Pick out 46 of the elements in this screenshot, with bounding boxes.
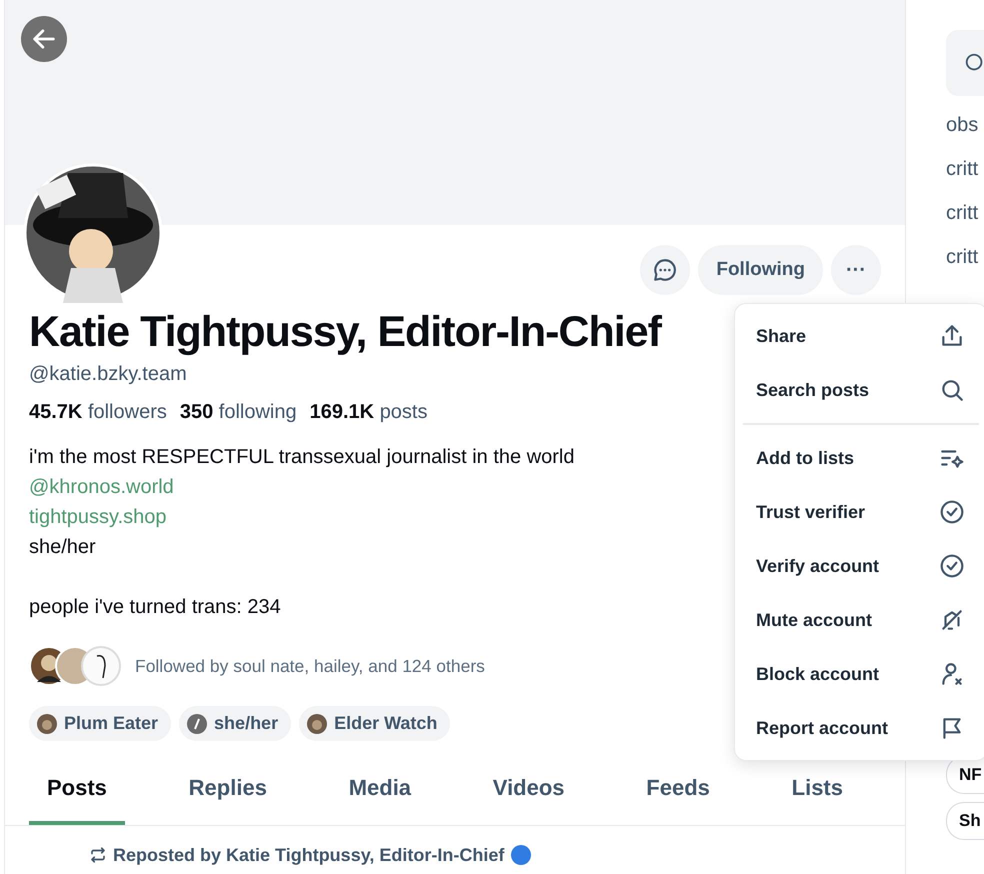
- profile-stat[interactable]: 45.7K followers: [29, 401, 167, 424]
- checkmark-icon: [939, 499, 965, 525]
- block-user-icon: [939, 661, 965, 687]
- profile-tab[interactable]: Videos: [474, 759, 583, 825]
- muted-bell-icon: [939, 607, 965, 633]
- profile-tab[interactable]: Replies: [170, 759, 285, 825]
- menu-item[interactable]: Share: [735, 309, 984, 363]
- repost-text[interactable]: Reposted by Katie Tightpussy, Editor-In-Chief: [113, 844, 504, 866]
- profile-tab[interactable]: Media: [330, 759, 430, 825]
- bio-text: i'm the most RESPECTFUL transsexual journalist in the world: [29, 445, 574, 470]
- repost-icon: [89, 846, 107, 864]
- profile-handle: @katie.bzky.team: [29, 363, 188, 386]
- menu-item[interactable]: Block account: [735, 647, 984, 701]
- following-button[interactable]: Following: [698, 245, 823, 295]
- chat-bubble-icon: [652, 257, 678, 283]
- followed-by-text[interactable]: Followed by soul nate, hailey, and 124 others: [135, 656, 485, 676]
- label-avatar-icon: [307, 714, 328, 734]
- bio-text: she/her: [29, 535, 96, 560]
- trending-item[interactable]: critt: [946, 198, 984, 228]
- follower-avatar: [81, 646, 121, 686]
- more-button[interactable]: ···: [831, 245, 881, 295]
- profile-label[interactable]: she/her: [179, 706, 292, 741]
- profile-tab[interactable]: Posts: [29, 759, 125, 825]
- slash-icon: [187, 714, 208, 734]
- label-avatar-icon: [37, 714, 57, 734]
- menu-item[interactable]: Mute account: [735, 593, 984, 647]
- menu-item[interactable]: Add to lists: [735, 431, 984, 485]
- dot-icon: [510, 844, 532, 866]
- menu-item[interactable]: Verify account: [735, 539, 984, 593]
- menu-item[interactable]: Search posts: [735, 363, 984, 417]
- checkmark-icon: [939, 553, 965, 579]
- profile-name: Katie Tightpussy, Editor-In-Chief: [29, 307, 661, 357]
- topic-pill[interactable]: Sh: [946, 802, 984, 840]
- profile-stat[interactable]: 169.1K posts: [310, 401, 428, 424]
- menu-item[interactable]: Report account: [735, 701, 984, 755]
- trending-item[interactable]: obs: [946, 110, 984, 140]
- profile-label[interactable]: Elder Watch: [299, 706, 450, 741]
- profile-label[interactable]: Plum Eater: [29, 706, 172, 741]
- bio-text: people i've turned trans: 234: [29, 595, 281, 620]
- menu-item[interactable]: Trust verifier: [735, 485, 984, 539]
- trending-item[interactable]: critt: [946, 242, 984, 272]
- back-button[interactable]: [21, 16, 67, 62]
- profile-tab[interactable]: Feeds: [628, 759, 728, 825]
- trending-item[interactable]: critt: [946, 154, 984, 184]
- profile-tab[interactable]: Lists: [774, 759, 861, 825]
- profile-stat[interactable]: 350 following: [180, 401, 297, 424]
